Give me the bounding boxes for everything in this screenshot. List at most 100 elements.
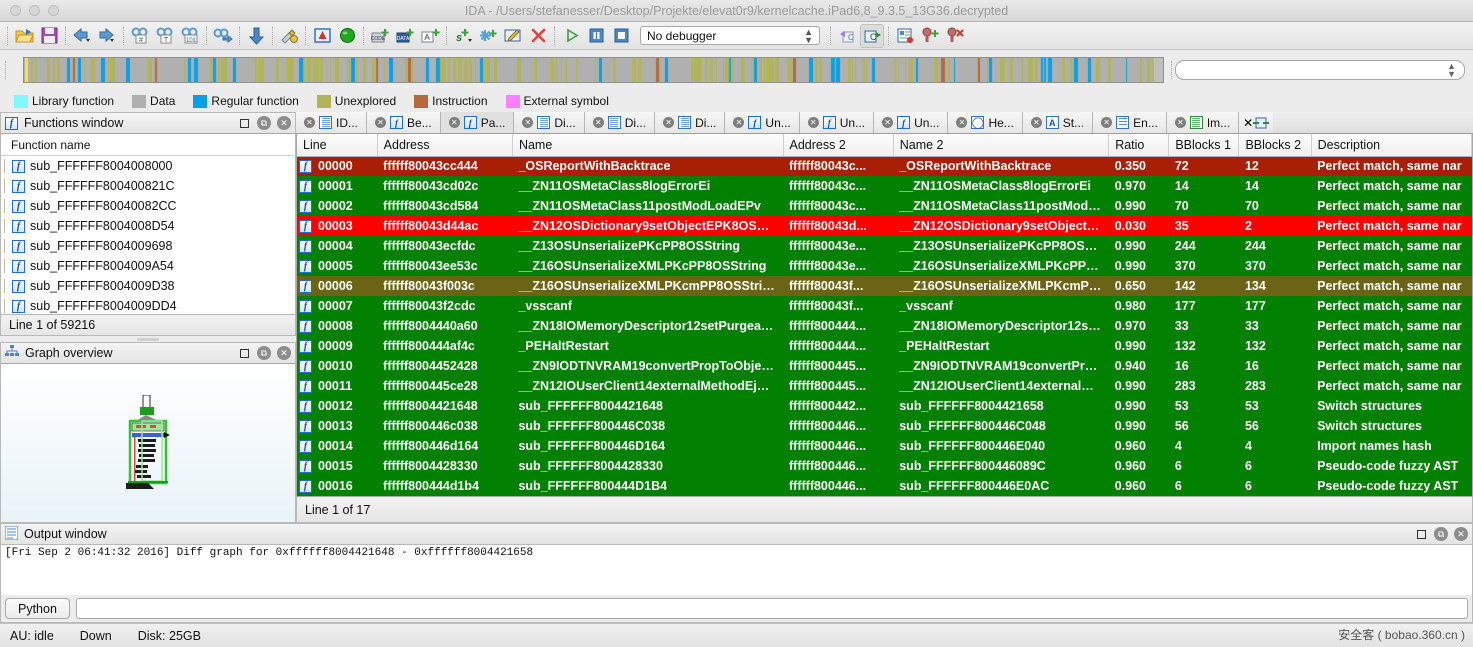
diff-table-row[interactable]: f 00004 ffffff80043ecfdc __Z13OSUnserialize… — [297, 236, 1472, 256]
float-panel-button[interactable]: ⧉ — [1434, 527, 1448, 541]
diff-table-row[interactable]: f 00014 ffffff800446d164 sub_FFFFFF800446D1… — [297, 436, 1472, 456]
navigate-back-icon[interactable] — [70, 24, 94, 48]
close-panel-button[interactable]: ✕ — [277, 346, 291, 360]
diff-table-row[interactable]: f 00002 ffffff80043cd584 __ZN11OSMetaClass1… — [297, 196, 1472, 216]
breakpoint-list-icon[interactable] — [893, 24, 917, 48]
view-tab[interactable]: ✕ Im... — [1166, 112, 1240, 133]
diff-table-row[interactable]: f 00015 ffffff8004428330 sub_FFFFFF80044283… — [297, 456, 1472, 476]
view-tab[interactable]: ✕ ID... — [296, 112, 368, 133]
close-tab-icon[interactable]: ✕ — [375, 117, 387, 128]
edit-function-icon[interactable] — [501, 24, 525, 48]
step-into-icon[interactable]: C — [860, 23, 884, 48]
diff-table-row[interactable]: f 00000 ffffff80043cc444 _OSReportWithBackt… — [297, 156, 1472, 176]
graph-overview-body[interactable] — [0, 364, 296, 523]
search-binary-icon[interactable]: 101 — [178, 24, 202, 48]
function-list-item[interactable]: f sub_FFFFFF8004009D38 — [1, 276, 295, 296]
view-tab[interactable]: ✕ f Un... — [725, 112, 800, 133]
view-tab[interactable]: ✕ En... — [1093, 112, 1167, 133]
diff-table-header-row[interactable]: Line Address Name Address 2 Name 2 Ratio BBloc… — [297, 134, 1472, 157]
function-list-item[interactable]: f sub_FFFFFF8004008D54 — [1, 216, 295, 236]
navigation-band[interactable] — [23, 57, 1164, 83]
float-panel-button[interactable]: ⧉ — [257, 346, 271, 360]
close-tab-icon[interactable]: ✕ — [956, 117, 968, 128]
view-tab[interactable]: ✕ Di... — [584, 112, 656, 133]
undefine-icon[interactable] — [277, 24, 301, 48]
jump-to-icon[interactable] — [211, 24, 235, 48]
navigate-forward-icon[interactable] — [95, 24, 119, 48]
pause-icon[interactable] — [584, 24, 608, 48]
view-tab[interactable]: ✕ Di... — [655, 112, 726, 133]
diff-table-row[interactable]: f 00013 ffffff800446c038 sub_FFFFFF800446C0… — [297, 416, 1472, 436]
diff-table-column-header[interactable]: BBlocks 2 — [1238, 134, 1312, 157]
view-tab[interactable]: ✕ ◯ He... — [948, 112, 1023, 133]
close-tab-icon[interactable]: ✕ — [1243, 116, 1253, 130]
diff-table-row[interactable]: f 00001 ffffff80043cd02c __ZN11OSMetaClass8… — [297, 176, 1472, 196]
close-tab-icon[interactable]: ✕ — [1101, 117, 1113, 128]
warning-icon[interactable] — [310, 24, 334, 48]
quick-search-input[interactable]: ▲ ▼ — [1175, 60, 1465, 80]
debugger-selector[interactable]: No debugger ▲ ▼ — [640, 26, 820, 45]
search-hex-icon[interactable]: # — [128, 24, 152, 48]
view-tab[interactable]: ✕ A St... — [1022, 112, 1094, 133]
close-tab-icon[interactable]: ✕ — [1174, 117, 1186, 128]
run-to-icon[interactable] — [335, 24, 359, 48]
zoom-window-button[interactable] — [48, 5, 59, 16]
make-ascii-icon[interactable]: A — [418, 24, 442, 48]
navigation-band-canvas[interactable] — [24, 58, 1154, 82]
diff-results-table[interactable]: Line Address Name Address 2 Name 2 Ratio BBloc… — [297, 134, 1472, 496]
delete-breakpoint-icon[interactable] — [943, 24, 967, 48]
diff-table-column-header[interactable]: Address — [377, 134, 513, 157]
functions-list[interactable]: f sub_FFFFFF8004008000 f sub_FFFFFF80040082… — [0, 156, 296, 314]
open-file-icon[interactable] — [12, 24, 36, 48]
close-tab-icon[interactable]: ✕ — [733, 117, 745, 128]
traffic-light-buttons[interactable] — [0, 5, 59, 16]
more-tabs-icon[interactable]: ✕ — [1239, 112, 1274, 133]
function-list-item[interactable]: f sub_FFFFFF8004009A54 — [1, 256, 295, 276]
run-icon[interactable] — [559, 24, 583, 48]
view-tab[interactable]: ✕ Di... — [514, 112, 585, 133]
make-code-icon[interactable]: CODE — [368, 24, 392, 48]
delete-icon[interactable] — [526, 24, 550, 48]
function-list-item[interactable]: f sub_FFFFFF8004009DD4 — [1, 296, 295, 314]
close-tab-icon[interactable]: ✕ — [1030, 117, 1042, 128]
diff-table-row[interactable]: f 00005 ffffff80043ee53c __Z16OSUnserialize… — [297, 256, 1472, 276]
make-data-icon[interactable]: DATA — [393, 24, 417, 48]
minimize-window-button[interactable] — [29, 5, 40, 16]
diff-table-row[interactable]: f 00008 ffffff8004440a60 __ZN18IOMemoryDesc… — [297, 316, 1472, 336]
step-over-icon[interactable]: C — [835, 24, 859, 48]
diff-table-column-header[interactable]: Ratio — [1108, 134, 1170, 157]
function-list-item[interactable]: f sub_FFFFFF8004008000 — [1, 156, 295, 176]
close-panel-button[interactable]: ✕ — [1454, 527, 1468, 541]
make-array-icon[interactable] — [476, 24, 500, 48]
python-mode-button[interactable]: Python — [5, 598, 70, 619]
maximize-panel-button[interactable] — [237, 116, 251, 130]
maximize-panel-button[interactable] — [1414, 527, 1428, 541]
diff-table-row[interactable]: f 00003 ffffff80043d44ac __ZN12OSDictionary… — [297, 216, 1472, 236]
view-tab[interactable]: ✕ f Pa... — [440, 112, 515, 133]
view-tab[interactable]: ✕ f Un... — [799, 112, 875, 133]
make-struct-icon[interactable]: s — [451, 24, 475, 48]
close-tab-icon[interactable]: ✕ — [592, 117, 604, 128]
close-window-button[interactable] — [10, 5, 21, 16]
search-text-icon[interactable]: T — [153, 24, 177, 48]
diff-table-column-header[interactable]: Description — [1311, 134, 1472, 157]
close-tab-icon[interactable]: ✕ — [304, 117, 315, 128]
close-panel-button[interactable]: ✕ — [277, 116, 291, 130]
command-input[interactable] — [75, 598, 1468, 619]
diff-table-body[interactable]: f 00000 ffffff80043cc444 _OSReportWithBackt… — [297, 156, 1472, 496]
diff-results-view[interactable]: Line Address Name Address 2 Name 2 Ratio BBloc… — [296, 134, 1473, 497]
diff-table-row[interactable]: f 00007 ffffff80043f2cdc _vsscanf ffffff8004… — [297, 296, 1472, 316]
view-tab[interactable]: ✕ f Un... — [874, 112, 949, 133]
diff-table-row[interactable]: f 00009 ffffff800444af4c _PEHaltRestart ffff… — [297, 336, 1472, 356]
functions-column-header[interactable]: Function name — [0, 134, 296, 156]
function-list-item[interactable]: f sub_FFFFFF8004009698 — [1, 236, 295, 256]
add-breakpoint-icon[interactable] — [918, 24, 942, 48]
diff-table-row[interactable]: f 00011 ffffff800445ce28 __ZN12IOUserClient… — [297, 376, 1472, 396]
jump-down-icon[interactable] — [244, 24, 268, 48]
diff-table-row[interactable]: f 00006 ffffff80043f003c __Z16OSUnserialize… — [297, 276, 1472, 296]
close-tab-icon[interactable]: ✕ — [522, 117, 534, 128]
float-panel-button[interactable]: ⧉ — [257, 116, 271, 130]
diff-table-column-header[interactable]: BBlocks 1 — [1168, 134, 1240, 157]
close-tab-icon[interactable]: ✕ — [448, 117, 460, 128]
diff-table-row[interactable]: f 00012 ffffff8004421648 sub_FFFFFF80044216… — [297, 396, 1472, 416]
